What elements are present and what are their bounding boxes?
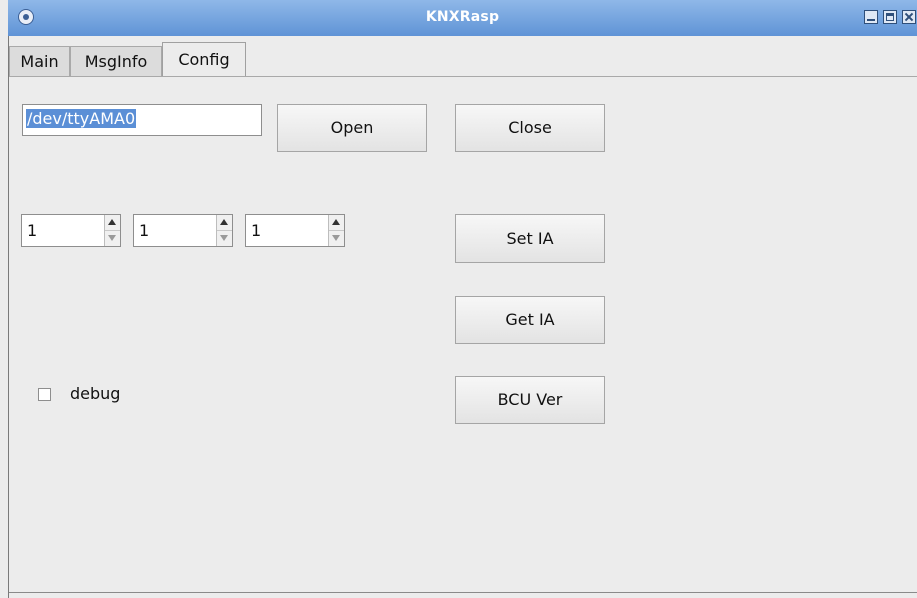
ia-line-arrows (216, 215, 232, 246)
spin-down-icon[interactable] (217, 231, 232, 246)
ia-line-spinbox[interactable]: 1 (133, 214, 233, 247)
ia-device-arrows (328, 215, 344, 246)
spin-up-icon[interactable] (329, 215, 344, 231)
open-button[interactable]: Open (277, 104, 427, 152)
ia-device-spinbox[interactable]: 1 (245, 214, 345, 247)
ia-area-arrows (104, 215, 120, 246)
get-ia-button[interactable]: Get IA (455, 296, 605, 344)
window-title: KNXRasp (425, 9, 500, 25)
bcu-ver-button[interactable]: BCU Ver (455, 376, 605, 424)
minimize-icon[interactable] (864, 10, 878, 24)
debug-checkbox[interactable] (38, 388, 51, 401)
spin-up-icon[interactable] (105, 215, 120, 231)
close-button[interactable]: Close (455, 104, 605, 152)
close-icon[interactable] (902, 10, 916, 24)
maximize-icon[interactable] (883, 10, 897, 24)
tab-main[interactable]: Main (9, 46, 70, 76)
tab-msginfo[interactable]: MsgInfo (70, 46, 162, 76)
spin-down-icon[interactable] (105, 231, 120, 246)
window-bottom-edge (9, 592, 917, 593)
tab-panel-border (9, 76, 917, 77)
debug-label[interactable]: debug (70, 384, 120, 403)
set-ia-button[interactable]: Set IA (455, 214, 605, 263)
spin-up-icon[interactable] (217, 215, 232, 231)
serial-port-value: /dev/ttyAMA0 (26, 109, 137, 128)
window-frame-left (8, 36, 9, 598)
ia-area-spinbox[interactable]: 1 (21, 214, 121, 247)
spin-down-icon[interactable] (329, 231, 344, 246)
window-titlebar[interactable]: KNXRasp (8, 0, 917, 36)
serial-port-input[interactable]: /dev/ttyAMA0 (22, 104, 262, 136)
tab-config[interactable]: Config (162, 42, 246, 77)
